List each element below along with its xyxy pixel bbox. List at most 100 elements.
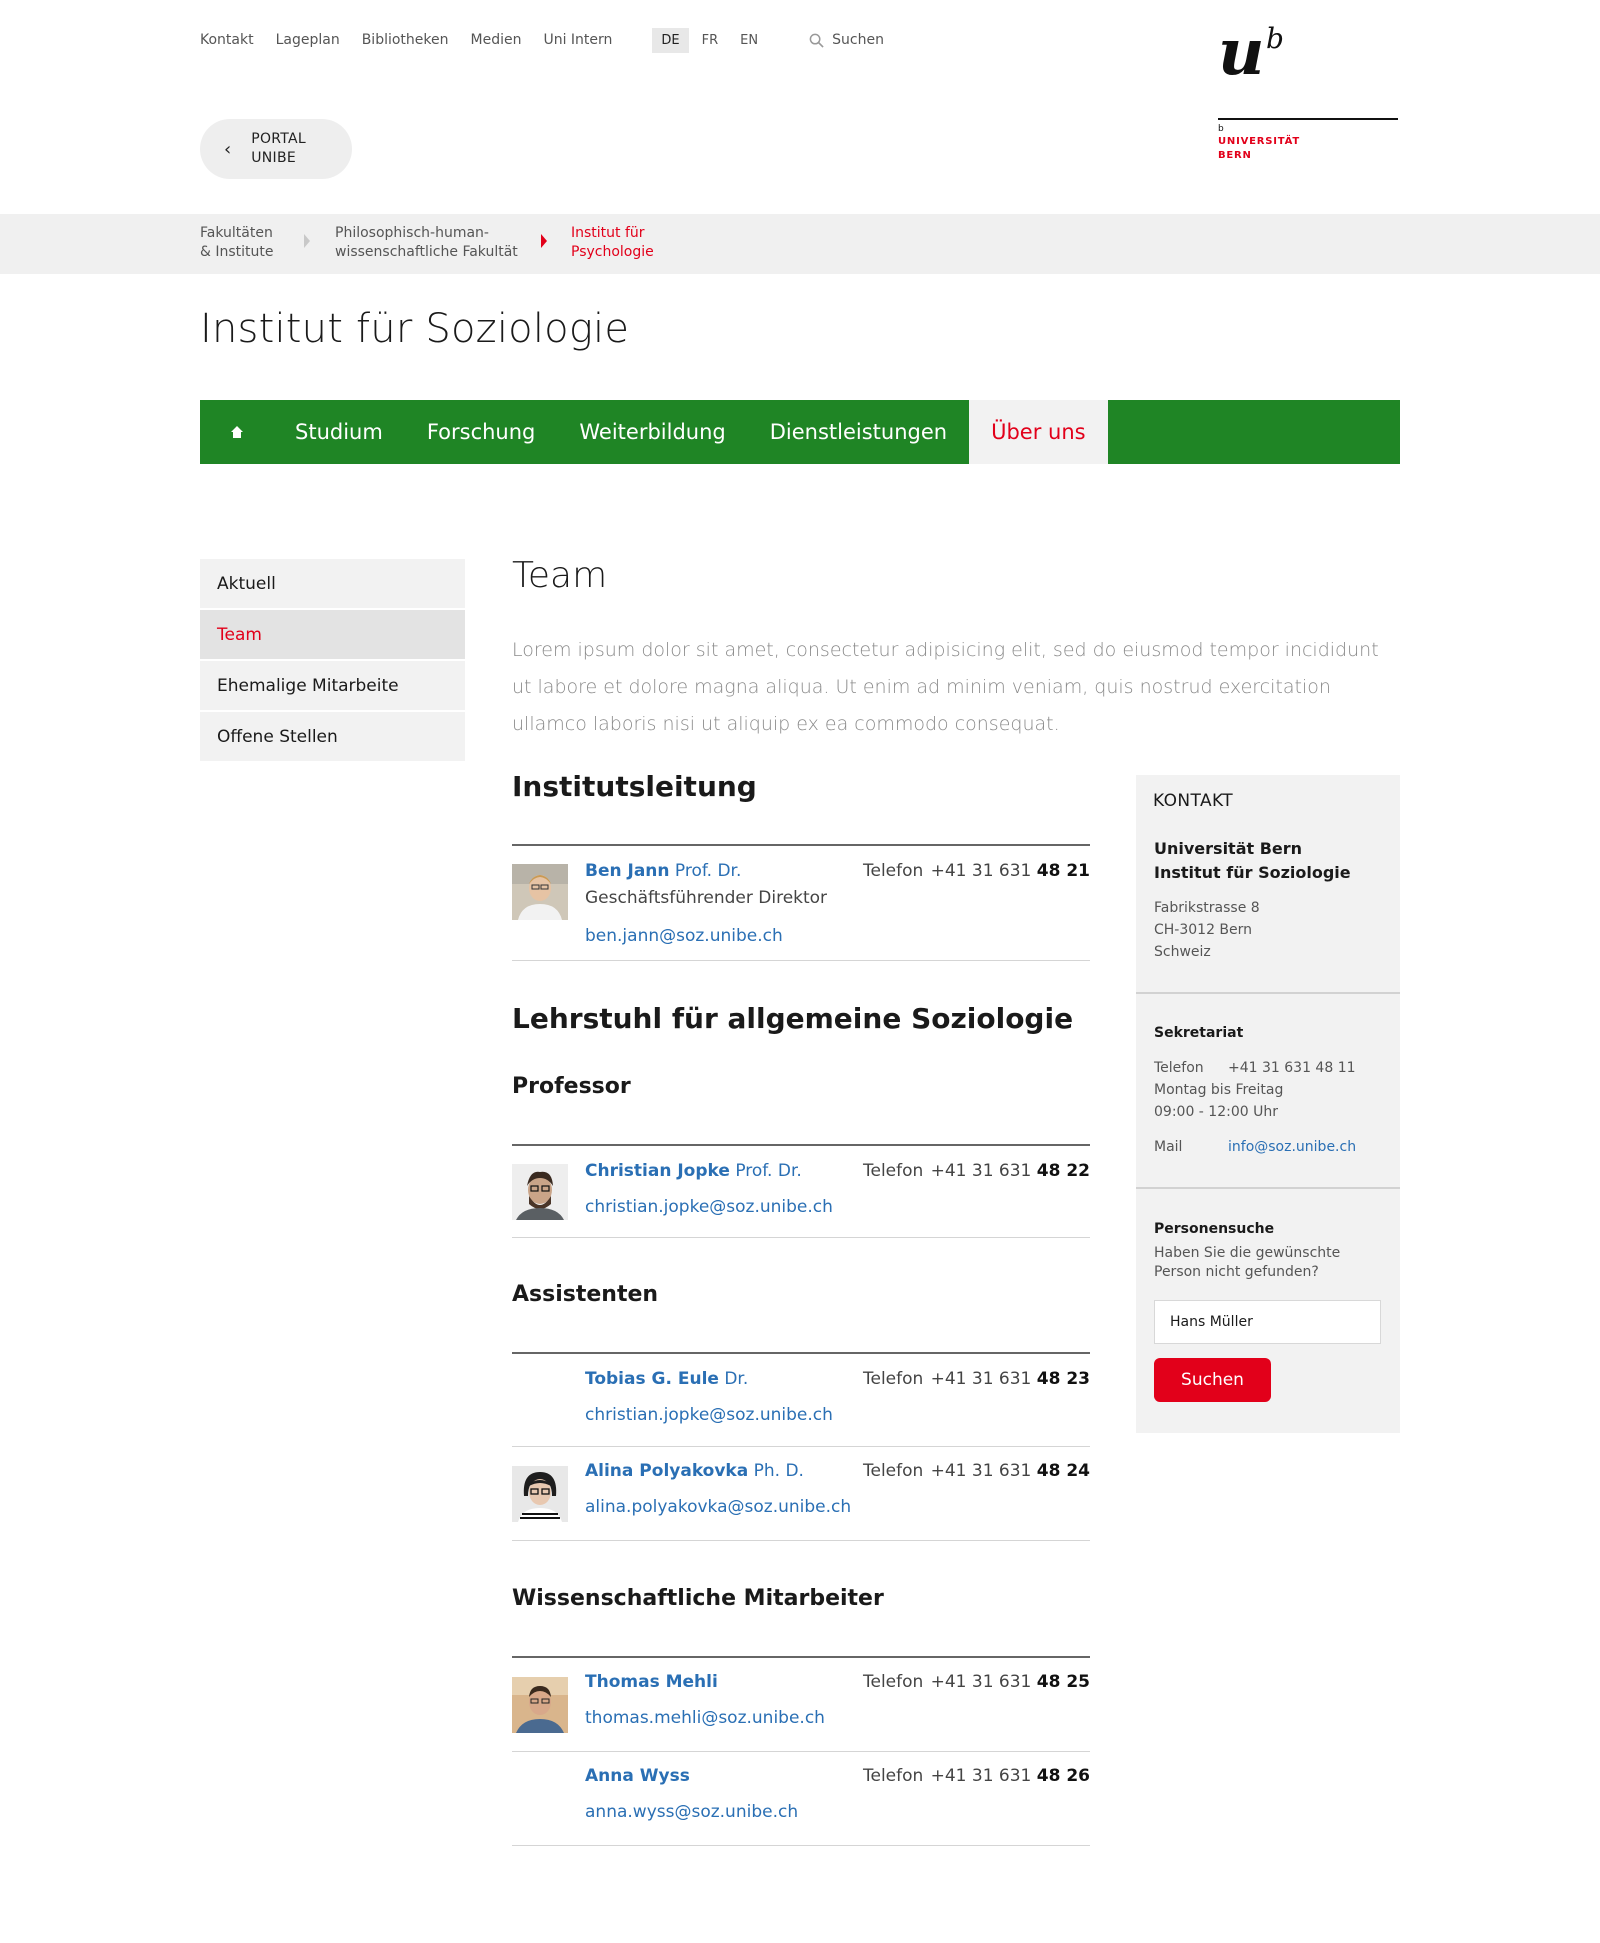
person-phone[interactable]: +41 31 631 48 21 xyxy=(931,861,1090,881)
main-nav-ueber-uns[interactable]: Über uns xyxy=(969,400,1108,464)
person-name-text: Anna Wyss xyxy=(585,1766,690,1786)
breadcrumb-arrow-icon xyxy=(541,234,547,248)
person-phone[interactable]: +41 31 631 48 26 xyxy=(931,1766,1090,1786)
person-name-text: Tobias G. Eule xyxy=(585,1369,719,1389)
phone-prefix: +41 31 631 xyxy=(930,861,1032,881)
divider xyxy=(512,1540,1090,1541)
person-email-link[interactable]: anna.wyss@soz.unibe.ch xyxy=(585,1802,798,1822)
breadcrumb-item-current[interactable]: Institut für Psychologie xyxy=(571,224,654,262)
nav-link-uni-intern[interactable]: Uni Intern xyxy=(543,32,612,48)
phone-extension: 48 21 xyxy=(1036,861,1090,881)
portal-label: PORTAL UNIBE xyxy=(251,130,306,168)
person-phone[interactable]: +41 31 631 48 24 xyxy=(931,1461,1090,1481)
phone-label: Telefon xyxy=(863,1672,924,1692)
phone-extension: 48 25 xyxy=(1036,1672,1090,1692)
person-name-text: Thomas Mehli xyxy=(585,1672,718,1692)
home-button[interactable] xyxy=(200,400,273,464)
person-name[interactable]: Ben Jann Prof. Dr. xyxy=(585,861,741,881)
personensuche-text-line: Haben Sie die gewünschte xyxy=(1154,1245,1341,1261)
sidebar-item-offene-stellen[interactable]: Offene Stellen xyxy=(200,712,465,761)
person-email-link[interactable]: ben.jann@soz.unibe.ch xyxy=(585,926,783,946)
subsection-heading-professor: Professor xyxy=(512,1074,631,1099)
phone-prefix: +41 31 631 xyxy=(930,1672,1032,1692)
contact-address: Fabrikstrasse 8 CH-3012 Bern Schweiz xyxy=(1154,897,1260,963)
lang-fr[interactable]: FR xyxy=(693,28,728,53)
sekretariat-heading: Sekretariat xyxy=(1154,1025,1244,1041)
phone-extension: 48 23 xyxy=(1036,1369,1090,1389)
divider xyxy=(512,960,1090,961)
breadcrumb-item-fakultaet[interactable]: Philosophisch-human- wissenschaftliche F… xyxy=(335,224,518,262)
person-email-link[interactable]: alina.polyakovka@soz.unibe.ch xyxy=(585,1497,851,1517)
nav-link-bibliotheken[interactable]: Bibliotheken xyxy=(362,32,449,48)
phone-label: Telefon xyxy=(863,1161,924,1181)
contact-org-line: Institut für Soziologie xyxy=(1154,863,1351,882)
language-switcher: DE FR EN xyxy=(652,27,771,53)
nav-link-kontakt[interactable]: Kontakt xyxy=(200,32,254,48)
person-phone[interactable]: +41 31 631 48 23 xyxy=(931,1369,1090,1389)
person-name[interactable]: Tobias G. Eule Dr. xyxy=(585,1369,748,1389)
person-phone[interactable]: +41 31 631 48 25 xyxy=(931,1672,1090,1692)
main-nav-dienstleistungen[interactable]: Dienstleistungen xyxy=(748,400,969,464)
person-card: Thomas Mehli thomas.mehli@soz.unibe.ch T… xyxy=(512,1658,1090,1751)
person-card: Christian Jopke Prof. Dr. christian.jopk… xyxy=(512,1146,1090,1237)
content-heading: Team xyxy=(512,555,608,596)
logo-small-b: b xyxy=(1218,124,1224,134)
main-nav: Studium Forschung Weiterbildung Dienstle… xyxy=(200,400,1400,464)
main-nav-weiterbildung[interactable]: Weiterbildung xyxy=(557,400,747,464)
contact-org-line: Universität Bern xyxy=(1154,839,1303,858)
portrait-icon xyxy=(512,1466,568,1522)
sekretariat-phone-value[interactable]: +41 31 631 48 11 xyxy=(1228,1060,1356,1076)
nav-link-lageplan[interactable]: Lageplan xyxy=(276,32,340,48)
person-name[interactable]: Alina Polyakovka Ph. D. xyxy=(585,1461,804,1481)
sekretariat-hours: Montag bis Freitag 09:00 - 12:00 Uhr xyxy=(1154,1079,1283,1123)
hours-line: 09:00 - 12:00 Uhr xyxy=(1154,1104,1278,1120)
subsection-heading-assistenten: Assistenten xyxy=(512,1282,659,1307)
search-link[interactable]: Suchen xyxy=(809,32,884,48)
logo-mark-b: b xyxy=(1266,22,1284,55)
phone-extension: 48 24 xyxy=(1036,1461,1090,1481)
person-name[interactable]: Anna Wyss xyxy=(585,1766,690,1786)
nav-link-medien[interactable]: Medien xyxy=(471,32,522,48)
portrait-icon xyxy=(512,1677,568,1733)
main-nav-forschung[interactable]: Forschung xyxy=(405,400,558,464)
person-email-link[interactable]: thomas.mehli@soz.unibe.ch xyxy=(585,1708,825,1728)
person-phone[interactable]: +41 31 631 48 22 xyxy=(931,1161,1090,1181)
search-label: Suchen xyxy=(832,32,884,48)
logo-line-2: BERN xyxy=(1218,150,1252,161)
contact-box: KONTAKT Universität Bern Institut für So… xyxy=(1136,775,1400,1433)
sekretariat-mail: Mail info@soz.unibe.ch xyxy=(1154,1136,1356,1158)
breadcrumb-line: Psychologie xyxy=(571,244,654,260)
person-email-link[interactable]: christian.jopke@soz.unibe.ch xyxy=(585,1405,833,1425)
subsection-heading-mitarbeiter: Wissenschaftliche Mitarbeiter xyxy=(512,1586,884,1611)
person-email-link[interactable]: christian.jopke@soz.unibe.ch xyxy=(585,1197,833,1217)
person-name[interactable]: Thomas Mehli xyxy=(585,1672,718,1692)
hours-line: Montag bis Freitag xyxy=(1154,1082,1284,1098)
breadcrumb-item-fakultaeten[interactable]: Fakultäten & Institute xyxy=(200,224,274,262)
sidebar-nav: Aktuell Team Ehemalige Mitarbeite Offene… xyxy=(200,559,465,763)
logo-wordmark: UNIVERSITÄT BERN xyxy=(1218,135,1300,163)
sekretariat-phone: Telefon +41 31 631 48 11 xyxy=(1154,1057,1356,1079)
person-search-input[interactable]: Hans Müller xyxy=(1154,1300,1381,1344)
sidebar-item-team[interactable]: Team xyxy=(200,610,465,659)
divider xyxy=(1136,992,1400,994)
person-title: Prof. Dr. xyxy=(735,1161,802,1181)
phone-label: Telefon xyxy=(863,1369,924,1389)
portal-back-button[interactable]: ‹ PORTAL UNIBE xyxy=(200,119,352,179)
sidebar-item-ehemalige[interactable]: Ehemalige Mitarbeite xyxy=(200,661,465,710)
main-nav-studium[interactable]: Studium xyxy=(273,400,405,464)
person-name[interactable]: Christian Jopke Prof. Dr. xyxy=(585,1161,802,1181)
logo-rule xyxy=(1218,118,1398,120)
lang-en[interactable]: EN xyxy=(731,28,767,53)
breadcrumb-arrow-icon xyxy=(304,234,310,248)
person-search-button[interactable]: Suchen xyxy=(1154,1358,1271,1402)
person-title: Ph. D. xyxy=(753,1461,804,1481)
person-photo xyxy=(512,1164,568,1220)
university-logo[interactable]: u b b UNIVERSITÄT BERN xyxy=(1218,20,1398,161)
address-line: CH-3012 Bern xyxy=(1154,922,1253,938)
breadcrumb-line: & Institute xyxy=(200,244,274,260)
sekretariat-mail-link[interactable]: info@soz.unibe.ch xyxy=(1228,1139,1356,1155)
lang-de[interactable]: DE xyxy=(652,27,689,53)
person-card: Tobias G. Eule Dr. christian.jopke@soz.u… xyxy=(512,1354,1090,1446)
sidebar-item-aktuell[interactable]: Aktuell xyxy=(200,559,465,608)
breadcrumb-line: wissenschaftliche Fakultät xyxy=(335,244,518,260)
